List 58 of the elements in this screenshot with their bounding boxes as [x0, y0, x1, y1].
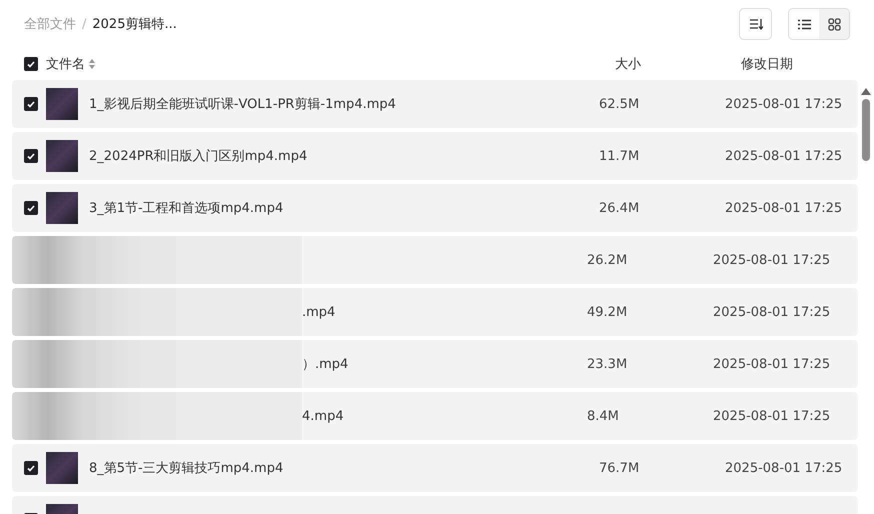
modified-date: 2025-08-01 17:25: [713, 252, 830, 268]
checkmark-icon: [27, 464, 35, 472]
file-size: 26.2M: [587, 252, 628, 268]
video-thumbnail: [46, 452, 78, 484]
sort-icon: [748, 18, 762, 30]
list-view-button[interactable]: [789, 9, 819, 39]
file-name[interactable]: 8_第5节-三大剪辑技巧mp4.mp4: [89, 461, 284, 476]
file-size: 8.4M: [587, 408, 619, 424]
file-row[interactable]: 2_2024PR和旧版入门区别mp4.mp4 11.7M 2025-08-01 17:25: [12, 132, 858, 180]
modified-date: 2025-08-01 17:25: [725, 148, 842, 164]
file-row[interactable]: 4.mp4 8.4M 2025-08-01 17:25: [12, 392, 858, 440]
file-row[interactable]: 3_第1节-工程和首选项mp4.mp4 26.4M 2025-08-01 17:25: [12, 184, 858, 232]
scrollbar-thumb[interactable]: [862, 99, 870, 161]
checkmark-icon: [27, 60, 35, 68]
file-name[interactable]: 1_影视后期全能班试听课-VOL1-PR剪辑-1mp4.mp4: [89, 97, 396, 112]
file-size: 49.2M: [587, 304, 628, 320]
grid-icon: [828, 18, 840, 30]
row-checkbox[interactable]: [24, 97, 38, 111]
modified-date: 2025-08-01 17:25: [725, 96, 842, 112]
column-header[interactable]: 修改日期: [741, 55, 793, 73]
file-row[interactable]: 8_第5节-三大剪辑技巧mp4.mp4 76.7M 2025-08-01 17:25: [12, 444, 858, 492]
file-row[interactable]: 26.2M 2025-08-01 17:25: [12, 236, 858, 284]
checkmark-icon: [27, 152, 35, 160]
row-checkbox[interactable]: [24, 201, 38, 215]
file-size: 62.5M: [599, 96, 640, 112]
file-name[interactable]: 3_第1节-工程和首选项mp4.mp4: [89, 201, 284, 216]
checkmark-icon: [27, 204, 35, 212]
column-header[interactable]: 大小: [615, 55, 741, 73]
file-size: 76.7M: [599, 460, 640, 476]
modified-date: 2025-08-01 17:25: [713, 304, 830, 320]
file-size: 26.4M: [599, 200, 640, 216]
file-name[interactable]: ）.mp4: [302, 357, 348, 372]
file-size: 11.7M: [599, 148, 640, 164]
breadcrumb-link[interactable]: 2025剪辑特...: [92, 15, 177, 33]
sort-button[interactable]: [739, 8, 772, 40]
scroll-up-icon[interactable]: [861, 88, 871, 95]
file-name[interactable]: 2_2024PR和旧版入门区别mp4.mp4: [89, 149, 308, 164]
checkmark-icon: [27, 100, 35, 108]
select-all-checkbox[interactable]: [24, 57, 38, 71]
video-thumbnail: [46, 192, 78, 224]
modified-date: 2025-08-01 17:25: [725, 200, 842, 216]
video-thumbnail: [46, 140, 78, 172]
modified-date: 2025-08-01 17:25: [725, 460, 842, 476]
row-checkbox[interactable]: [24, 461, 38, 475]
file-name[interactable]: 4.mp4: [302, 408, 344, 424]
modified-date: 2025-08-01 17:25: [713, 356, 830, 372]
file-row[interactable]: 1_影视后期全能班试听课-VOL1-PR剪辑-1mp4.mp4 62.5M 2025-08-01 17:25: [12, 80, 858, 128]
row-checkbox[interactable]: [24, 149, 38, 163]
file-size: 23.3M: [587, 356, 628, 372]
list-icon: [798, 18, 810, 30]
breadcrumb-separator: /: [82, 16, 86, 32]
column-header[interactable]: 文件名: [46, 55, 85, 73]
video-thumbnail: [46, 88, 78, 120]
file-row[interactable]: .mp4 49.2M 2025-08-01 17:25: [12, 288, 858, 336]
sort-arrows-icon[interactable]: [89, 59, 95, 69]
file-name[interactable]: .mp4: [302, 304, 336, 320]
file-row[interactable]: ）.mp4 23.3M 2025-08-01 17:25: [12, 340, 858, 388]
modified-date: 2025-08-01 17:25: [713, 408, 830, 424]
